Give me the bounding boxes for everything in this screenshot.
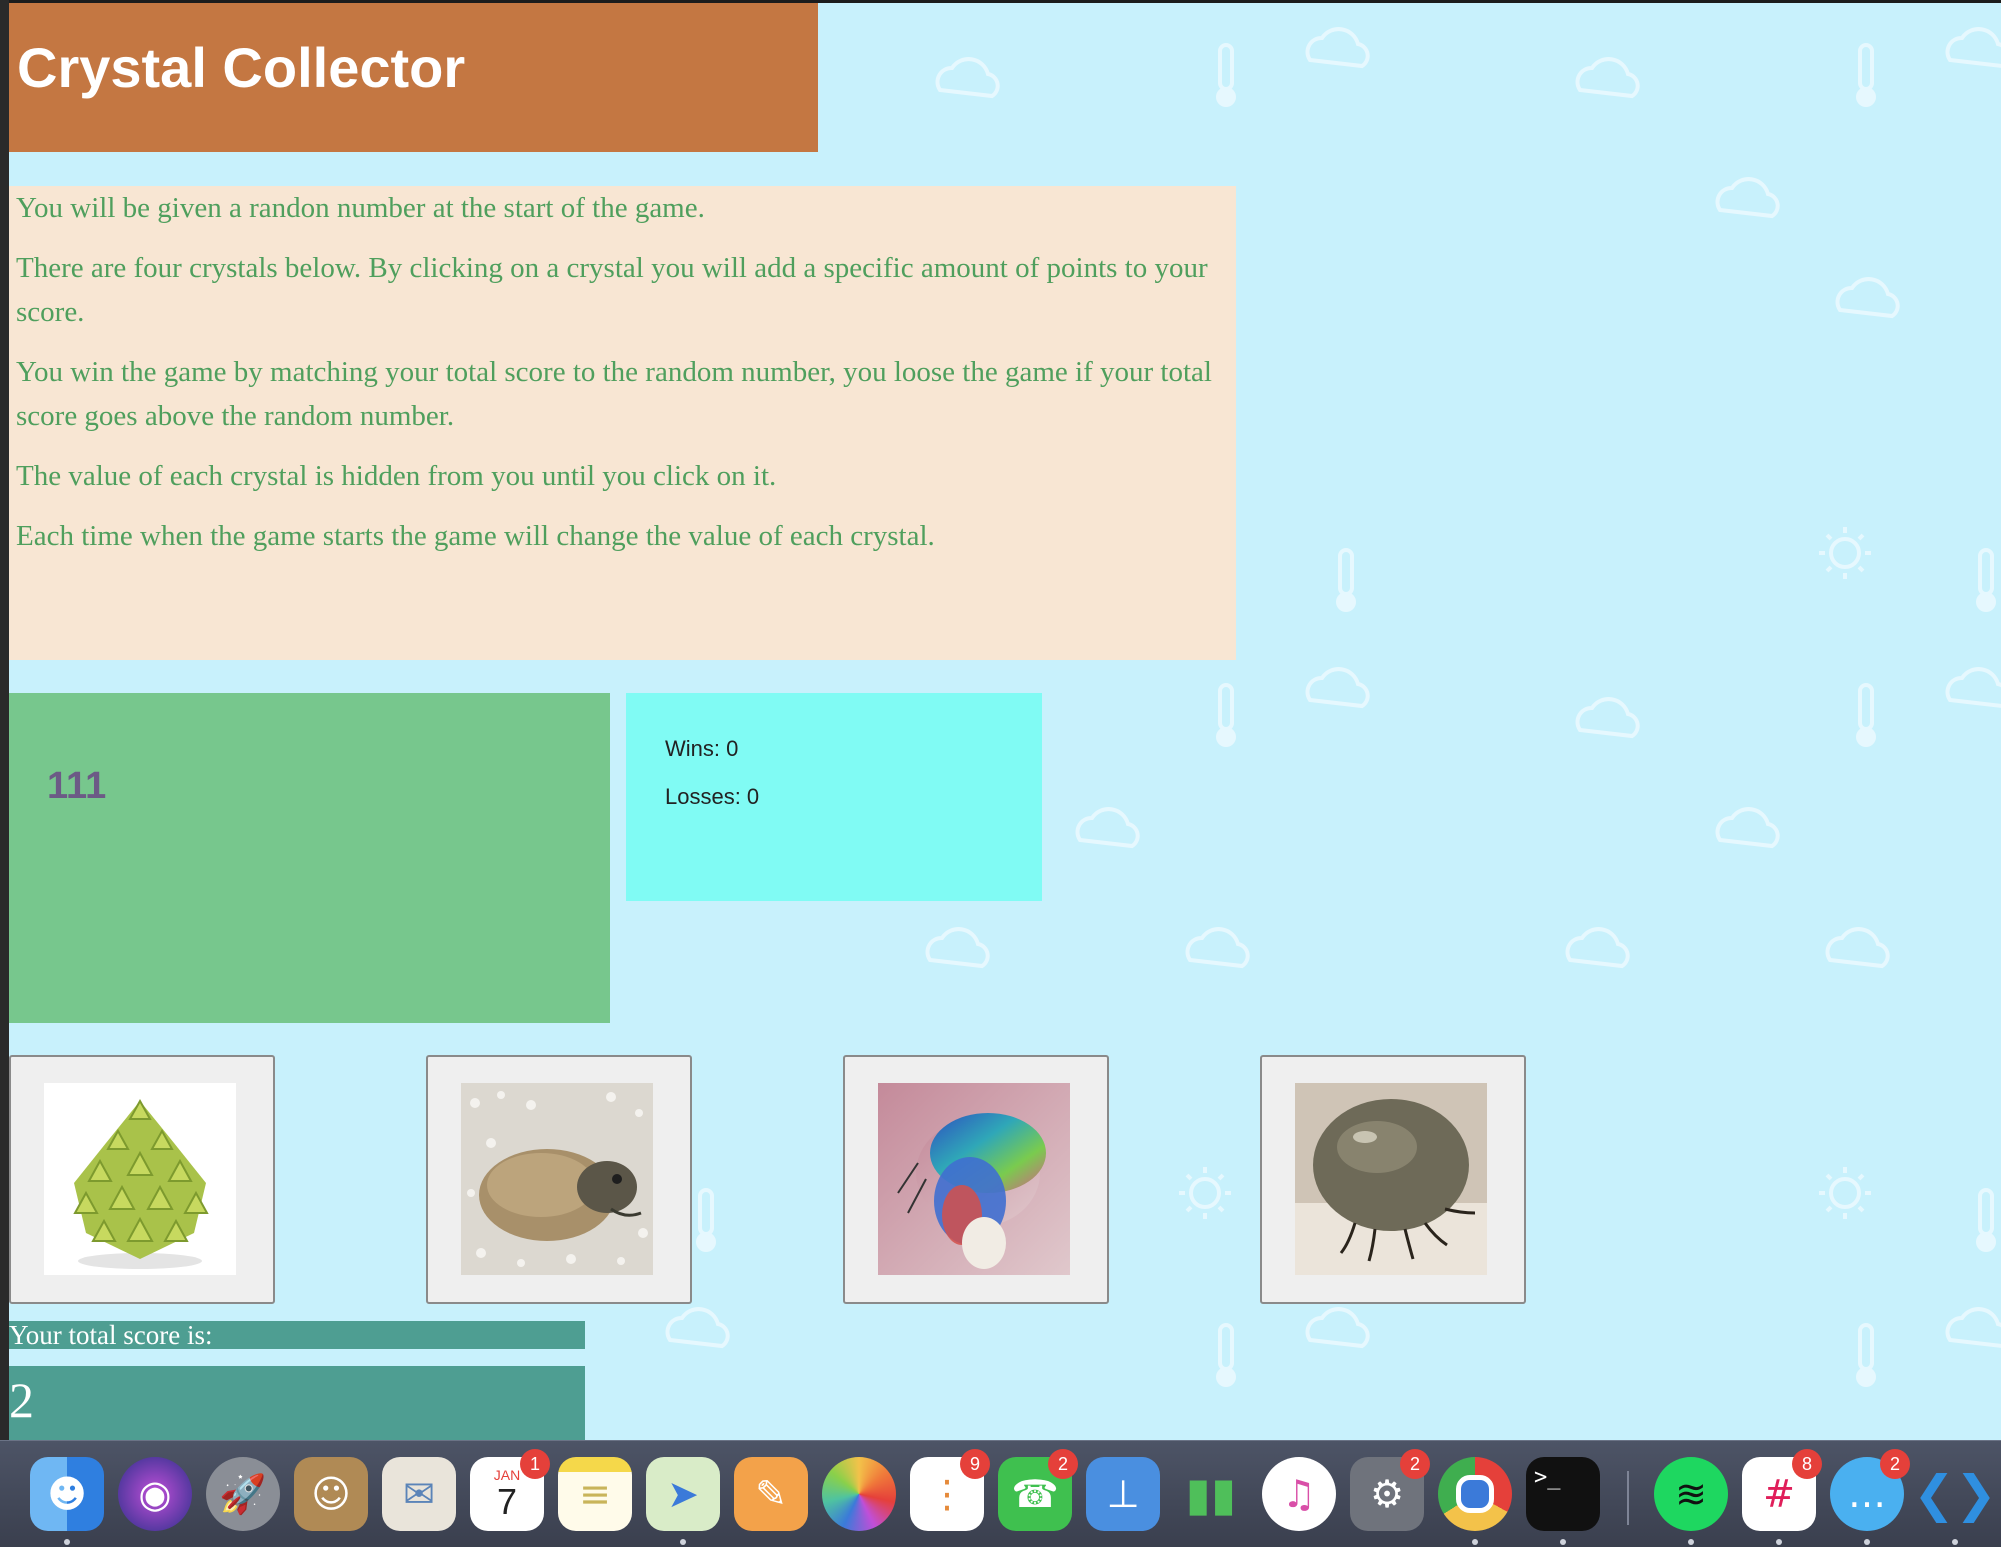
instruction-line: There are four crystals below. By clicki…	[16, 252, 1208, 328]
instruction-line: You will be given a randon number at the…	[16, 192, 705, 224]
notification-badge: 2	[1880, 1449, 1910, 1479]
notification-badge: 8	[1792, 1449, 1822, 1479]
dock-app-system-preferences[interactable]: ⚙ 2	[1350, 1449, 1430, 1531]
dock-app-notes[interactable]: ≡	[558, 1457, 632, 1531]
dock-app-facetime[interactable]: ☎ 2	[998, 1449, 1078, 1531]
toad-in-sand-image	[461, 1083, 653, 1275]
notification-badge: 1	[520, 1449, 550, 1479]
terminal-icon: >_	[1526, 1457, 1600, 1531]
running-indicator	[64, 1539, 70, 1545]
dock-app-pages[interactable]: ✎	[734, 1457, 808, 1531]
finder-icon: ☻	[30, 1457, 104, 1531]
dock-app-messages[interactable]: … 2	[1830, 1449, 1910, 1545]
dock-app-vscode[interactable]: ❮❯	[1913, 1457, 1997, 1545]
notes-icon: ≡	[558, 1457, 632, 1531]
notification-badge: 9	[960, 1449, 990, 1479]
music-note-icon: ♫	[1262, 1457, 1336, 1531]
stats-panel: Wins: 0 Losses: 0	[626, 693, 1042, 901]
dock-app-keynote[interactable]: ⊥	[1086, 1457, 1160, 1531]
wins-counter: Wins: 0	[665, 736, 739, 761]
dock-app-contacts[interactable]: ☺	[294, 1457, 368, 1531]
dock-app-maps[interactable]: ➤	[646, 1457, 720, 1545]
crystal-button-3[interactable]	[843, 1055, 1109, 1304]
dock-app-chrome[interactable]	[1438, 1457, 1512, 1545]
dock-app-calendar[interactable]: JAN 7 1	[470, 1449, 550, 1531]
dock-app-photos[interactable]	[822, 1457, 896, 1531]
running-indicator	[1864, 1539, 1870, 1545]
dock-app-finder[interactable]: ☻	[30, 1457, 104, 1545]
rocket-icon: 🚀	[206, 1457, 280, 1531]
instruction-line: You win the game by matching your total …	[16, 356, 1212, 432]
running-indicator	[1776, 1539, 1782, 1545]
instruction-line: Each time when the game starts the game …	[16, 520, 935, 552]
maps-icon: ➤	[646, 1457, 720, 1531]
notification-badge: 2	[1048, 1449, 1078, 1479]
dock-app-launchpad[interactable]: 🚀	[206, 1457, 280, 1531]
instructions-panel: You will be given a randon number at the…	[9, 186, 1236, 660]
macos-dock: ☻ ◉ 🚀 ☺ ✉ JAN 7 1 ≡ ➤ ✎ ⋮ 9 ☎ 2 ⊥ ▮▮ ♫ ⚙…	[0, 1440, 2001, 1547]
random-number: 111	[47, 765, 107, 807]
dock-app-spotify[interactable]: ≋	[1654, 1457, 1728, 1545]
photos-icon	[822, 1457, 896, 1531]
running-indicator	[680, 1539, 686, 1545]
dock-app-reminders[interactable]: ⋮ 9	[910, 1449, 990, 1531]
instruction-line: The value of each crystal is hidden from…	[16, 460, 777, 492]
title-banner: Crystal Collector	[9, 3, 818, 152]
losses-counter: Losses: 0	[665, 784, 760, 809]
chrome-icon	[1438, 1457, 1512, 1531]
running-indicator	[1560, 1539, 1566, 1545]
running-indicator	[1688, 1539, 1694, 1545]
score-label-bar: Your total score is:	[9, 1321, 585, 1349]
iridescent-beetle-image	[878, 1083, 1070, 1275]
stamp-icon: ✉	[382, 1457, 456, 1531]
dock-app-slack[interactable]: # 8	[1742, 1449, 1822, 1545]
keynote-icon: ⊥	[1086, 1457, 1160, 1531]
dock-app-siri[interactable]: ◉	[118, 1457, 192, 1531]
crystal-button-2[interactable]	[426, 1055, 692, 1304]
dock-separator	[1627, 1471, 1629, 1525]
bar-chart-icon: ▮▮	[1185, 1467, 1237, 1521]
contacts-icon: ☺	[294, 1457, 368, 1531]
dock-app-terminal[interactable]: >_	[1526, 1457, 1600, 1545]
crystal-button-1[interactable]	[9, 1055, 275, 1304]
total-score-value: 2	[9, 1372, 34, 1428]
vscode-icon: ❮❯	[1913, 1465, 1997, 1523]
dock-app-itunes[interactable]: ♫	[1262, 1457, 1336, 1531]
notification-badge: 2	[1400, 1449, 1430, 1479]
romanesco-broccoli-image	[44, 1083, 236, 1275]
window-left-edge	[0, 0, 9, 1450]
total-score-label: Your total score is:	[9, 1320, 213, 1350]
engorged-tick-image	[1295, 1083, 1487, 1275]
siri-icon: ◉	[118, 1457, 192, 1531]
running-indicator	[1952, 1539, 1958, 1545]
dock-app-mail[interactable]: ✉	[382, 1457, 456, 1531]
random-number-panel: 111	[9, 693, 610, 1023]
pages-icon: ✎	[734, 1457, 808, 1531]
running-indicator	[1472, 1539, 1478, 1545]
calendar-day: 7	[496, 1481, 518, 1522]
spotify-icon: ≋	[1654, 1457, 1728, 1531]
crystal-button-4[interactable]	[1260, 1055, 1526, 1304]
page-title: Crystal Collector	[17, 36, 466, 99]
dock-app-numbers[interactable]: ▮▮	[1174, 1457, 1248, 1531]
